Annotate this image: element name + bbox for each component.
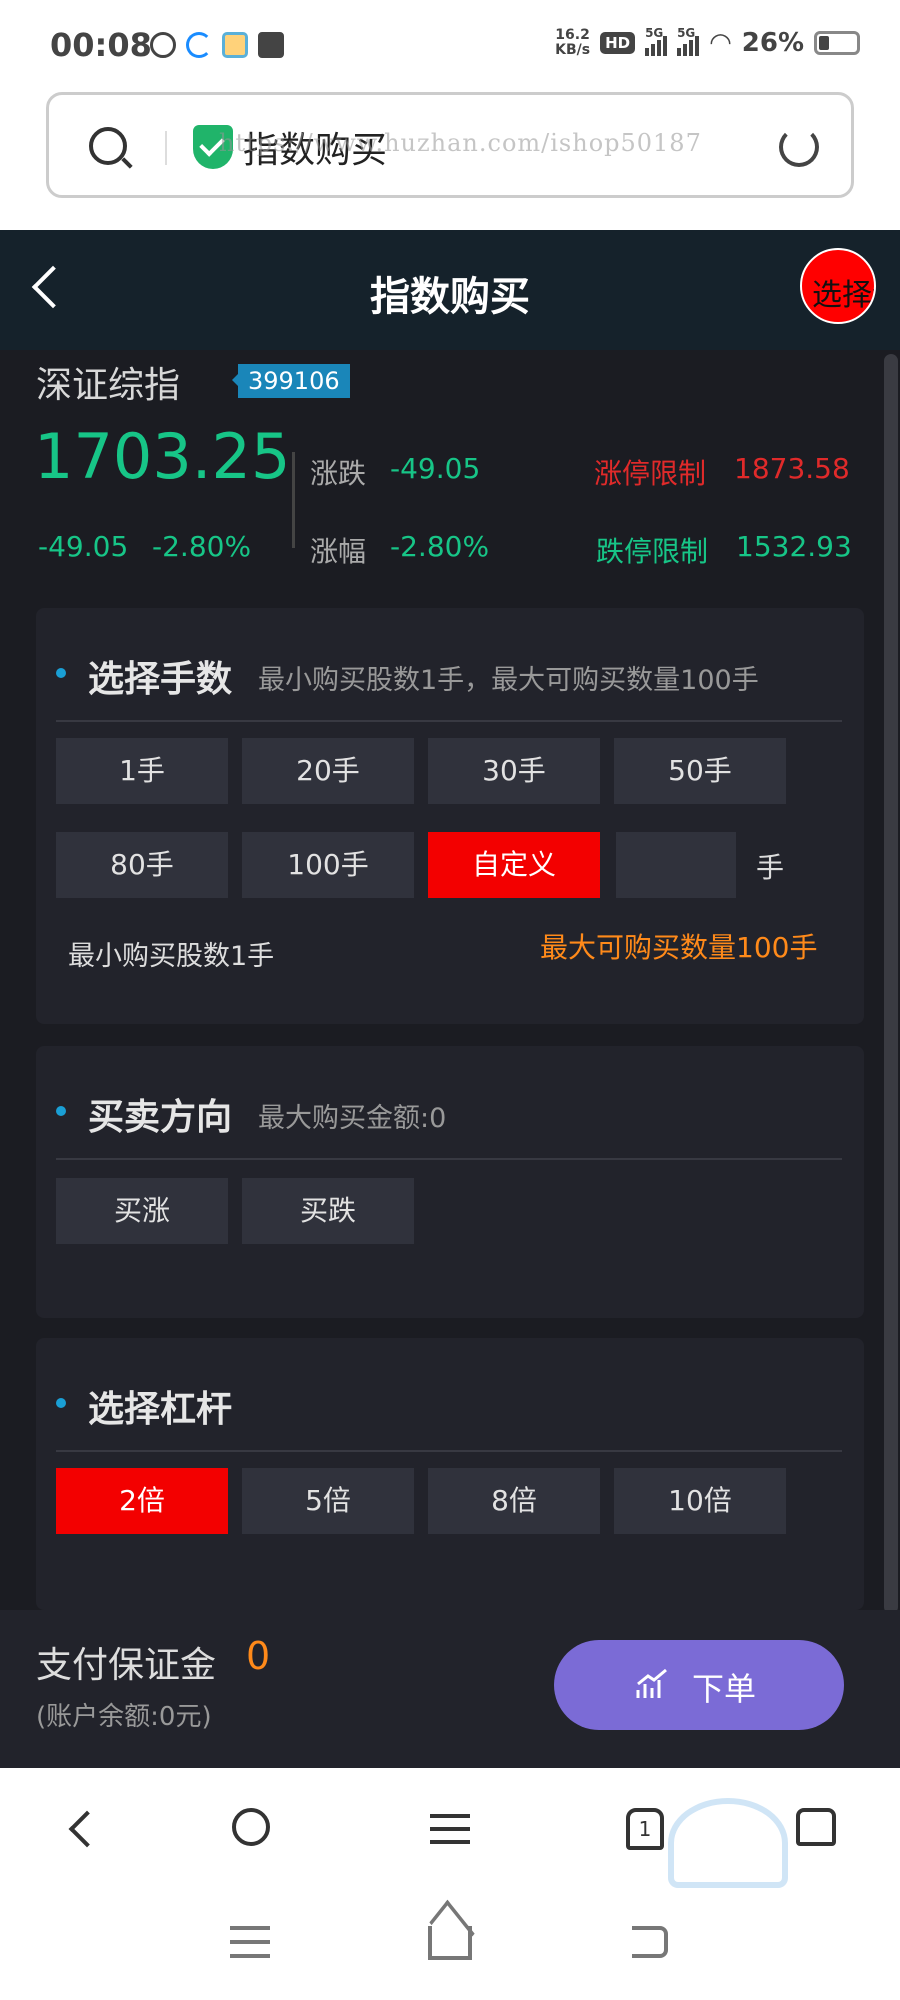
leverage-5x[interactable]: 5倍	[242, 1468, 414, 1534]
scrollbar[interactable]	[884, 354, 898, 1614]
select-language-button[interactable]: 选择语言	[800, 248, 876, 324]
incognito-glasses-icon	[668, 1798, 788, 1888]
margin-label: 支付保证金	[36, 1645, 217, 1686]
k-app-icon	[150, 32, 176, 58]
status-right: 16.2 KB/s HD 5G 5G ◠ 26%	[555, 26, 860, 58]
wifi-icon: ◠	[709, 28, 732, 58]
lots-title: 选择手数	[88, 659, 233, 700]
mail-icon	[258, 32, 284, 58]
system-back-icon[interactable]	[632, 1926, 668, 1958]
lot-option-80[interactable]: 80手	[56, 832, 228, 898]
lot-option-100[interactable]: 100手	[242, 832, 414, 898]
system-home-icon[interactable]	[428, 1926, 472, 1960]
limit-down-label: 跌停限制	[596, 535, 709, 568]
buy-up-button[interactable]: 买涨	[56, 1178, 228, 1244]
leverage-card: 选择杠杆 2倍 5倍 8倍 10倍	[36, 1338, 864, 1610]
divider	[56, 1158, 842, 1160]
gallery-app-icon	[222, 32, 248, 58]
divider	[292, 452, 295, 548]
leverage-8x[interactable]: 8倍	[428, 1468, 600, 1534]
limit-down-value: 1532.93	[736, 530, 852, 563]
leverage-10x[interactable]: 10倍	[614, 1468, 786, 1534]
order-footer: 支付保证金 0 (账户余额:0元) 下单	[0, 1610, 900, 1768]
leverage-title: 选择杠杆	[88, 1389, 233, 1430]
app-header: 指数购买 选择语言	[0, 230, 900, 350]
divider	[165, 131, 167, 165]
browser-back-icon[interactable]	[68, 1810, 106, 1848]
loading-app-icon	[186, 32, 212, 58]
order-label: 下单	[692, 1670, 757, 1708]
direction-card: 买卖方向 最大购买金额:0 买涨 买跌	[36, 1046, 864, 1318]
status-time: 00:08	[50, 26, 152, 64]
bullet-icon	[56, 1398, 66, 1408]
status-bar: 00:08 16.2 KB/s HD 5G 5G ◠ 26%	[0, 0, 900, 90]
net-speed: 16.2 KB/s	[555, 27, 591, 58]
lot-option-1[interactable]: 1手	[56, 738, 228, 804]
price-change-pct: -2.80%	[152, 530, 252, 563]
bullet-icon	[56, 668, 66, 678]
browser-nav: 1	[0, 1768, 900, 1888]
max-lots-note: 最大可购买数量100手	[540, 931, 818, 964]
stock-name: 深证综指	[36, 365, 181, 406]
address-bar[interactable]: 指数购买 https://www.huzhan.com/ishop50187	[46, 92, 854, 198]
lots-subtitle: 最小购买股数1手，最大可购买数量100手	[258, 665, 759, 696]
place-order-button[interactable]: 下单	[554, 1640, 844, 1730]
chart-icon	[636, 1668, 667, 1698]
limit-up-value: 1873.58	[734, 452, 850, 485]
leverage-2x[interactable]: 2倍	[56, 1468, 228, 1534]
change-label: 涨跌	[310, 457, 367, 490]
min-lots-note: 最小购买股数1手	[68, 941, 275, 972]
pct-value: -2.80%	[390, 530, 490, 563]
browser-home-icon[interactable]	[796, 1808, 836, 1846]
limit-up-label: 涨停限制	[594, 457, 707, 490]
page-title: 指数购买	[370, 274, 530, 320]
battery-icon	[814, 31, 860, 55]
direction-title: 买卖方向	[88, 1097, 233, 1138]
browser-toolbar: 指数购买 https://www.huzhan.com/ishop50187	[0, 90, 900, 230]
watermark: https://www.huzhan.com/ishop50187	[219, 129, 702, 157]
browser-search-icon[interactable]	[232, 1808, 270, 1846]
lots-card: 选择手数 最小购买股数1手，最大可购买数量100手 1手 20手 30手 50手…	[36, 608, 864, 1024]
custom-lots-input[interactable]	[616, 832, 736, 898]
margin-amount: 0	[246, 1634, 271, 1678]
lot-option-50[interactable]: 50手	[614, 738, 786, 804]
direction-subtitle: 最大购买金额:0	[258, 1103, 447, 1134]
system-menu-icon[interactable]	[230, 1926, 270, 1958]
signal-icon: 5G	[645, 26, 668, 56]
reload-icon[interactable]	[779, 127, 819, 167]
current-price: 1703.25	[34, 420, 291, 493]
lots-unit: 手	[756, 851, 785, 884]
lot-option-custom[interactable]: 自定义	[428, 832, 600, 898]
browser-menu-icon[interactable]	[430, 1814, 470, 1844]
hd-icon: HD	[600, 32, 636, 54]
battery-percent: 26%	[741, 28, 804, 58]
pct-label: 涨幅	[310, 535, 367, 568]
search-icon[interactable]	[89, 127, 127, 165]
buy-down-button[interactable]: 买跌	[242, 1178, 414, 1244]
browser-tabs-icon[interactable]: 1	[626, 1808, 664, 1850]
stock-code-badge: 399106	[232, 364, 350, 398]
system-nav	[0, 1888, 900, 2000]
divider	[56, 720, 842, 722]
divider	[56, 1450, 842, 1452]
price-change: -49.05	[38, 530, 129, 563]
app-content: 指数购买 选择语言 深证综指 399106 1703.25 -49.05 -2.…	[0, 230, 900, 1768]
lot-option-20[interactable]: 20手	[242, 738, 414, 804]
change-value: -49.05	[390, 452, 481, 485]
signal-icon-2: 5G	[677, 26, 700, 56]
notification-icons	[150, 32, 284, 58]
lot-option-30[interactable]: 30手	[428, 738, 600, 804]
bullet-icon	[56, 1106, 66, 1116]
account-balance: (账户余额:0元)	[36, 1702, 212, 1732]
